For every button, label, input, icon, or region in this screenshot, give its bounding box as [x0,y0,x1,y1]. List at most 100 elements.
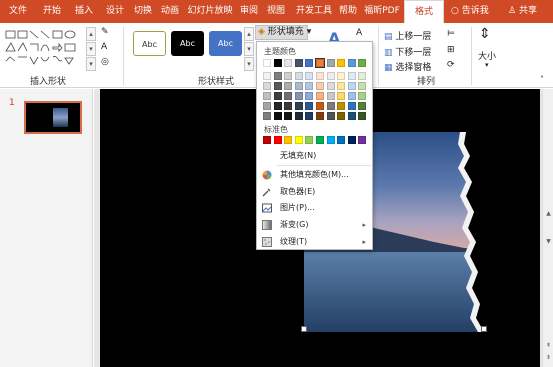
tab-transitions[interactable]: 切换 [131,0,155,23]
theme-shade-swatch[interactable] [284,72,293,80]
theme-shade-swatch[interactable] [326,102,335,110]
theme-shade-swatch[interactable] [337,92,346,100]
theme-shade-swatch[interactable] [294,112,303,120]
theme-color-swatch[interactable] [337,59,346,67]
gallery-scroll-up[interactable]: ▴ [86,27,96,41]
theme-shade-swatch[interactable] [326,112,335,120]
theme-shade-swatch[interactable] [358,102,367,110]
theme-shade-swatch[interactable] [337,82,346,90]
theme-shade-swatch[interactable] [316,112,324,120]
tab-insert[interactable]: 插入 [72,0,96,23]
merge-shapes-icon[interactable]: ◎ [101,57,109,67]
tab-animations[interactable]: 动画 [158,0,182,23]
theme-shade-swatch[interactable] [326,82,335,90]
selection-pane-button[interactable]: ▦ 选择窗格 [384,60,431,73]
tab-help[interactable]: 帮助 [337,0,359,23]
theme-shade-swatch[interactable] [294,92,303,100]
theme-shade-swatch[interactable] [284,102,293,110]
styles-scroll-up[interactable]: ▴ [244,27,254,41]
gallery-scroll-down[interactable]: ▾ [86,42,96,56]
theme-shade-swatch[interactable] [358,82,367,90]
shapes-gallery[interactable] [3,27,83,71]
theme-shade-swatch[interactable] [263,82,271,90]
theme-shade-swatch[interactable] [305,92,314,100]
theme-shade-swatch[interactable] [337,72,346,80]
texture-fill-item[interactable]: 纹理(T) ▸ [258,234,372,250]
standard-color-swatch[interactable] [263,136,271,144]
styles-scroll-down[interactable]: ▾ [244,42,254,56]
share-button[interactable]: ♙ 共享 [508,0,537,23]
vertical-scrollbar[interactable]: ▲ ▼ ⇞ ⇟ [542,89,553,367]
theme-shade-swatch[interactable] [284,112,293,120]
theme-shade-swatch[interactable] [347,112,356,120]
bring-forward-button[interactable]: ▤ 上移一层 [384,29,431,42]
more-fill-colors-item[interactable]: 其他填充颜色(M)... [258,167,372,183]
scroll-up-icon[interactable]: ▲ [543,209,553,219]
standard-color-swatch[interactable] [347,136,356,144]
tab-design[interactable]: 设计 [103,0,127,23]
theme-shade-swatch[interactable] [284,92,293,100]
tab-foxit-pdf[interactable]: 福昕PDF [362,0,402,23]
shape-fill-button[interactable]: ◈ 形状填充 ▾ [255,25,311,40]
tab-view[interactable]: 视图 [264,0,288,23]
collapse-ribbon-icon[interactable]: ˄ [540,75,544,84]
slide-thumbnail[interactable] [24,101,82,134]
text-box-icon[interactable]: A [101,42,107,52]
theme-shade-swatch[interactable] [305,112,314,120]
theme-shade-swatch[interactable] [263,112,271,120]
theme-shade-swatch[interactable] [263,92,271,100]
theme-shade-swatch[interactable] [316,102,324,110]
theme-shade-swatch[interactable] [305,82,314,90]
standard-color-swatch[interactable] [284,136,293,144]
theme-shade-swatch[interactable] [284,82,293,90]
theme-shade-swatch[interactable] [337,102,346,110]
styles-expand[interactable]: ▾ [244,57,254,71]
prev-slide-icon[interactable]: ⇞ [543,341,553,351]
theme-color-swatch[interactable] [347,59,356,67]
theme-shade-swatch[interactable] [337,112,346,120]
theme-shade-swatch[interactable] [263,102,271,110]
gradient-fill-item[interactable]: 渐变(G) ▸ [258,217,372,233]
resize-handle[interactable] [481,326,487,332]
next-slide-icon[interactable]: ⇟ [543,353,553,363]
resize-handle[interactable] [301,326,307,332]
theme-shade-swatch[interactable] [294,82,303,90]
standard-color-swatch[interactable] [337,136,346,144]
tab-slideshow[interactable]: 幻灯片放映 [186,0,234,23]
theme-color-swatch[interactable] [358,59,367,67]
group-objects-icon[interactable]: ⊞ [447,45,455,55]
tell-me-search[interactable]: ○ 告诉我 [451,0,489,23]
rotate-icon[interactable]: ⟳ [447,60,455,70]
theme-shade-swatch[interactable] [316,82,324,90]
theme-shade-swatch[interactable] [273,92,282,100]
theme-shade-swatch[interactable] [358,92,367,100]
theme-shade-swatch[interactable] [326,92,335,100]
scroll-down-icon[interactable]: ▼ [543,237,553,247]
theme-shade-swatch[interactable] [316,92,324,100]
eyedropper-item[interactable]: 取色器(E) [258,184,372,200]
shape-style-outline[interactable]: Abc [133,31,166,56]
standard-color-swatch[interactable] [294,136,303,144]
theme-color-swatch[interactable] [284,59,293,67]
theme-shade-swatch[interactable] [347,102,356,110]
theme-shade-swatch[interactable] [305,72,314,80]
picture-fill-item[interactable]: 图片(P)... [258,200,372,216]
theme-color-swatch[interactable] [315,58,325,68]
theme-shade-swatch[interactable] [273,82,282,90]
tab-format[interactable]: 格式 [404,0,444,23]
edit-shape-icon[interactable]: ✎ [101,27,109,37]
standard-color-swatch[interactable] [326,136,335,144]
theme-shade-swatch[interactable] [347,72,356,80]
tab-home[interactable]: 开始 [40,0,64,23]
theme-shade-swatch[interactable] [273,112,282,120]
no-fill-item[interactable]: 无填充(N) [258,148,372,164]
theme-color-swatch[interactable] [326,59,335,67]
text-fill-icon[interactable]: A [356,28,362,38]
theme-color-swatch[interactable] [263,59,271,67]
align-icon[interactable]: ⊨ [447,29,455,39]
theme-color-swatch[interactable] [305,59,314,67]
shape-style-blue[interactable]: Abc [209,31,242,56]
theme-shade-swatch[interactable] [294,102,303,110]
gallery-expand[interactable]: ▾ [86,57,96,71]
standard-color-swatch[interactable] [273,136,282,144]
